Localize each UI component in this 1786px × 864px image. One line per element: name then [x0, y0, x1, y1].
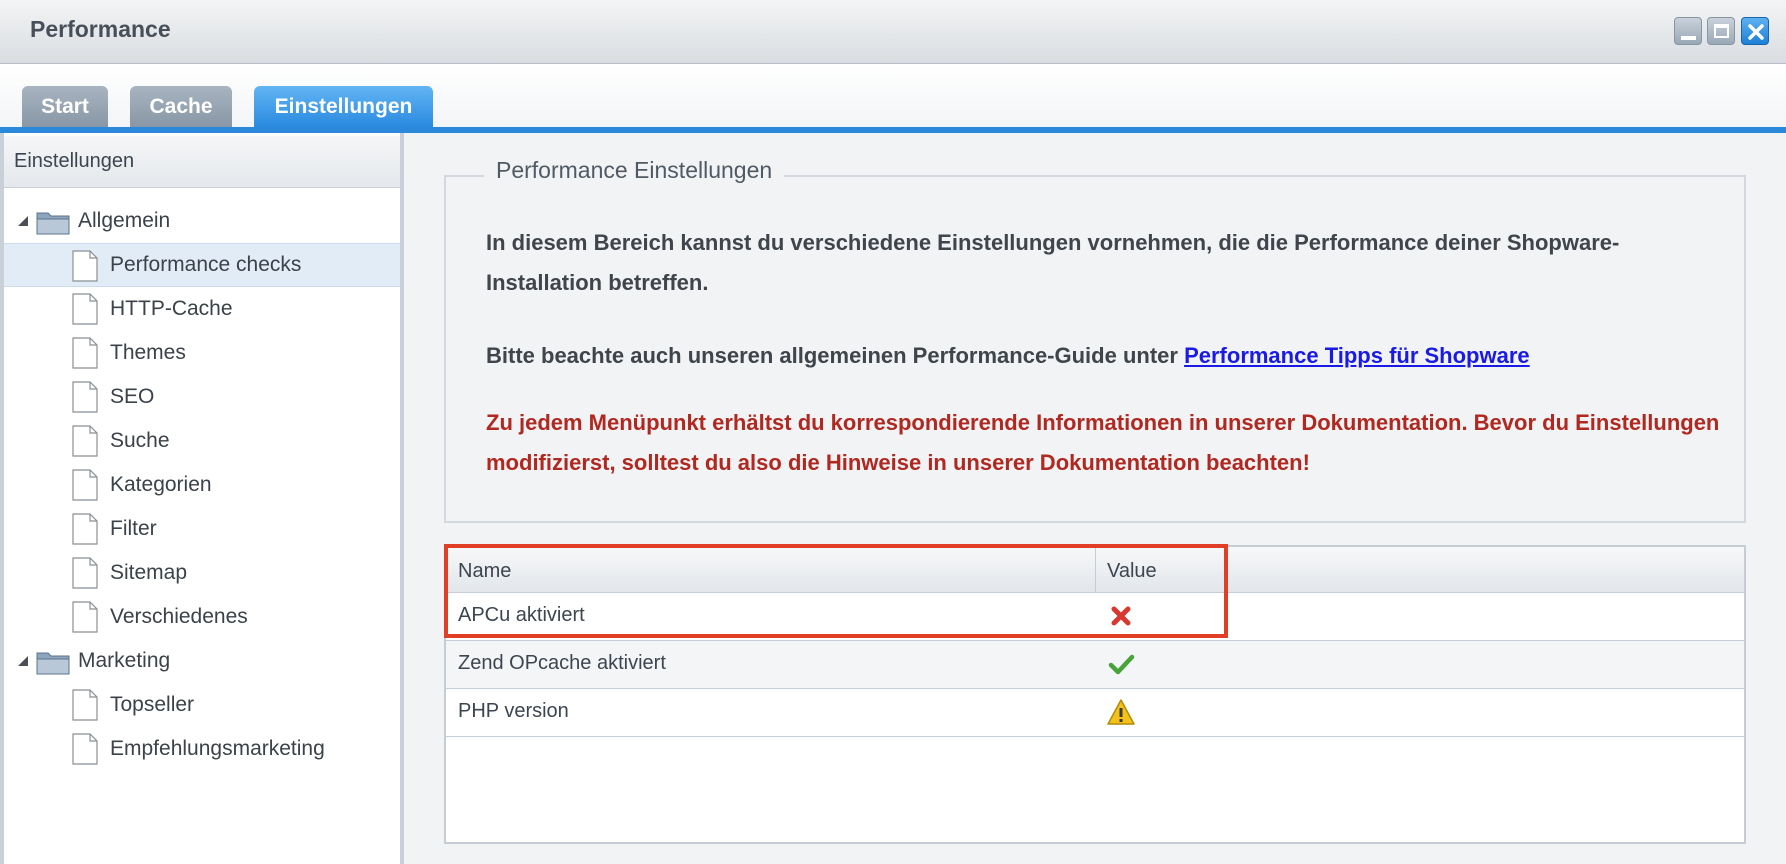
tree-folder-label: Allgemein: [78, 209, 171, 232]
document-icon: [72, 469, 98, 501]
guide-prefix: Bitte beachte auch unseren allgemeinen P…: [486, 343, 1185, 368]
expand-arrow-icon[interactable]: [18, 216, 28, 226]
performance-settings-fieldset: Performance Einstellungen In diesem Bere…: [444, 157, 1746, 523]
maximize-icon: [1714, 24, 1729, 38]
tree-item-label: SEO: [110, 385, 155, 408]
close-icon: [1748, 24, 1764, 40]
check-icon: [1108, 654, 1135, 675]
document-icon: [72, 381, 98, 413]
maximize-button[interactable]: [1707, 17, 1735, 45]
document-icon: [72, 557, 98, 589]
tree-item-seo[interactable]: SEO: [4, 375, 400, 419]
tab-strip: Start Cache Einstellungen: [0, 64, 1786, 129]
tree-item-themes[interactable]: Themes: [4, 331, 400, 375]
tree-item-label: Verschiedenes: [110, 605, 248, 628]
tree-item-filter[interactable]: Filter: [4, 507, 400, 551]
tree-item-performance-checks[interactable]: Performance checks: [4, 243, 400, 287]
document-icon: [72, 513, 98, 545]
tree-item-label: HTTP-Cache: [110, 297, 233, 320]
main-panel: Performance Einstellungen In diesem Bere…: [404, 133, 1786, 864]
document-icon: [72, 733, 98, 765]
tree-item-label: Sitemap: [110, 561, 188, 584]
tab-cache[interactable]: Cache: [130, 86, 232, 127]
window-titlebar[interactable]: Performance: [0, 0, 1786, 64]
tree-folder-allgemein[interactable]: Allgemein: [4, 199, 400, 243]
fieldset-legend: Performance Einstellungen: [484, 157, 785, 184]
document-icon: [72, 601, 98, 633]
row-name: PHP version: [458, 700, 569, 722]
performance-tips-link[interactable]: Performance Tipps für Shopware: [1184, 343, 1530, 368]
tree-item-label: Suche: [110, 429, 170, 452]
tree-item-verschiedenes[interactable]: Verschiedenes: [4, 595, 400, 639]
intro-text: In diesem Bereich kannst du verschiedene…: [486, 230, 1620, 295]
tree-item-kategorien[interactable]: Kategorien: [4, 463, 400, 507]
tree-item-label: Themes: [110, 341, 186, 364]
table-row[interactable]: PHP version: [446, 689, 1744, 737]
tree-item-label: Kategorien: [110, 473, 212, 496]
document-icon: [72, 337, 98, 369]
tree-item-suche[interactable]: Suche: [4, 419, 400, 463]
tab-start[interactable]: Start: [22, 86, 108, 127]
minimize-icon: [1681, 36, 1696, 40]
settings-sidebar: Einstellungen Allgemein Performance chec…: [0, 133, 404, 864]
folder-icon: [36, 652, 70, 675]
tree-item-label: Topseller: [110, 693, 195, 716]
document-icon: [72, 250, 98, 282]
document-icon: [72, 425, 98, 457]
window-title: Performance: [30, 16, 171, 42]
close-button[interactable]: [1741, 17, 1769, 45]
tree-folder-marketing[interactable]: Marketing: [4, 639, 400, 683]
sidebar-header: Einstellungen: [4, 136, 400, 188]
tree-item-label: Performance checks: [110, 253, 302, 276]
folder-icon: [36, 212, 70, 235]
tree-item-label: Filter: [110, 517, 157, 540]
tree-item-http-cache[interactable]: HTTP-Cache: [4, 287, 400, 331]
tree-item-label: Empfehlungsmarketing: [110, 737, 325, 760]
tree-item-sitemap[interactable]: Sitemap: [4, 551, 400, 595]
document-icon: [72, 293, 98, 325]
document-icon: [72, 689, 98, 721]
tree-item-empfehlungsmarketing[interactable]: Empfehlungsmarketing: [4, 727, 400, 771]
guide-text: Bitte beachte auch unseren allgemeinen P…: [486, 343, 1530, 369]
documentation-warning: Zu jedem Menüpunkt erhältst du korrespon…: [486, 410, 1720, 475]
table-row[interactable]: Zend OPcache aktiviert: [446, 641, 1744, 689]
row-name: Zend OPcache aktiviert: [458, 652, 666, 674]
minimize-button[interactable]: [1674, 17, 1702, 45]
highlight-box: [444, 544, 1228, 638]
tree-item-topseller[interactable]: Topseller: [4, 683, 400, 727]
tab-einstellungen[interactable]: Einstellungen: [254, 86, 433, 127]
warning-icon: [1107, 699, 1135, 725]
expand-arrow-icon[interactable]: [18, 656, 28, 666]
tree-folder-label: Marketing: [78, 649, 171, 672]
